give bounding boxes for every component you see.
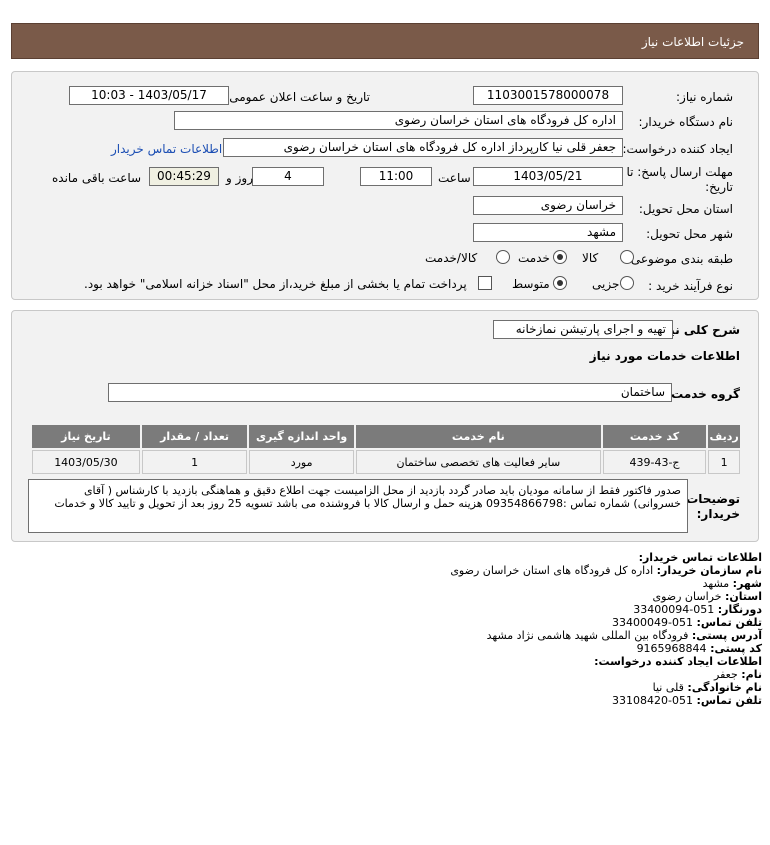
col-service-code: کد خدمت (602, 425, 707, 448)
need-number-field[interactable]: 1103001578000078 (473, 86, 623, 105)
postal-label: کد پستی: (710, 642, 762, 655)
city-label: شهر محل تحویل: (646, 227, 733, 241)
category-option-goods: کالا (582, 251, 599, 265)
services-heading: اطلاعات خدمات مورد نیاز (589, 349, 740, 363)
col-service-name: نام خدمت (355, 425, 601, 448)
first-name-value: جعفر (714, 668, 738, 681)
creator-label: ایجاد کننده درخواست: (622, 142, 733, 156)
province-label: استان محل تحویل: (638, 202, 733, 216)
category-label: طبقه بندی موضوعی: (626, 252, 733, 266)
creator-field[interactable]: جعفر قلی نیا کارپرداز اداره کل فرودگاه ه… (223, 138, 623, 157)
last-name-value: قلی نیا (652, 681, 684, 694)
city-field[interactable]: مشهد (473, 223, 623, 242)
process-option-minor: جزیی (592, 277, 620, 291)
need-number-label: شماره نیاز: (676, 90, 733, 104)
payment-note: پرداخت تمام یا بخشی از مبلغ خرید،از محل … (84, 277, 467, 291)
table-row[interactable]: 1 ج-43-439 سایر فعالیت های تخصصی ساختمان… (32, 450, 740, 474)
service-group-label: گروه خدمت: (666, 387, 740, 401)
city-value: مشهد (702, 577, 730, 590)
buyer-notes-box[interactable]: صدور فاکتور فقط از سامانه مودیان باید صا… (28, 479, 688, 533)
deadline-time-field[interactable]: 11:00 (360, 167, 432, 186)
days-field[interactable]: 4 (252, 167, 324, 186)
page-header: جزئیات اطلاعات نیاز (11, 23, 759, 59)
buyer-org-field[interactable]: اداره کل فرودگاه های استان خراسان رضوی (174, 111, 623, 130)
process-option-medium: متوسط (512, 277, 550, 291)
remaining-time-field: 00:45:29 (149, 167, 219, 186)
category-radio-goods-service[interactable] (496, 250, 510, 264)
creator-phone-value: 051-33108420 (612, 694, 694, 707)
province-value: خراسان رضوی (652, 590, 722, 603)
need-details-panel: شرح کلی نیاز: تهیه و اجرای پارتیشن نمازخ… (11, 310, 759, 542)
fax-value: 051-33400094 (633, 603, 715, 616)
category-radio-service[interactable] (553, 250, 567, 264)
category-option-goods-service: کالا/خدمت (425, 251, 478, 265)
cell-unit: مورد (249, 450, 354, 474)
province-field[interactable]: خراسان رضوی (473, 196, 623, 215)
deadline-date-field[interactable]: 1403/05/21 (473, 167, 623, 186)
table-header-row: ردیف کد خدمت نام خدمت واحد اندازه گیری ت… (32, 425, 740, 448)
address-label: آدرس پستی: (691, 629, 762, 642)
org-value: اداره کل فرودگاه های استان خراسان رضوی (450, 564, 654, 577)
cell-service-name: سایر فعالیت های تخصصی ساختمان (355, 450, 601, 474)
buyer-contact-link[interactable]: اطلاعات تماس خریدار (111, 142, 222, 156)
last-name-label: نام خانوادگی: (687, 681, 762, 694)
col-unit: واحد اندازه گیری (249, 425, 354, 448)
phone-label: تلفن تماس: (696, 616, 762, 629)
fax-label: دورنگار: (717, 603, 762, 616)
announce-field[interactable]: 1403/05/17 - 10:03 (69, 86, 229, 105)
cell-need-date: 1403/05/30 (32, 450, 140, 474)
org-label: نام سازمان خریدار: (656, 564, 762, 577)
creator-contact-heading: اطلاعات ایجاد کننده درخواست: (594, 655, 762, 668)
col-row: ردیف (708, 425, 740, 448)
cell-quantity: 1 (141, 450, 248, 474)
buyer-contact-heading: اطلاعات تماس خریدار: (638, 551, 762, 564)
buyer-notes-label-2: خریدار: (696, 507, 740, 521)
category-radio-goods[interactable] (620, 250, 634, 264)
treasury-checkbox[interactable] (478, 276, 492, 290)
time-label: ساعت (438, 171, 471, 185)
announce-label: تاریخ و ساعت اعلان عمومی: (225, 90, 370, 104)
remaining-label: ساعت باقی مانده (52, 171, 142, 185)
col-need-date: تاریخ نیاز (32, 425, 140, 448)
page-title: جزئیات اطلاعات نیاز (641, 35, 744, 49)
deadline-label-2: تاریخ: (705, 180, 733, 194)
cell-service-code: ج-43-439 (602, 450, 707, 474)
days-label: روز و (226, 171, 253, 185)
service-group-field[interactable]: ساختمان (108, 383, 672, 402)
creator-phone-label: تلفن تماس: (696, 694, 762, 707)
buyer-notes-label-1: توضیحات (686, 492, 740, 506)
category-option-service: خدمت (518, 251, 550, 265)
process-label: نوع فرآیند خرید : (648, 279, 733, 293)
buyer-org-label: نام دستگاه خریدار: (638, 115, 734, 129)
need-info-panel: شماره نیاز: 1103001578000078 تاریخ و ساع… (11, 71, 759, 300)
first-name-label: نام: (741, 668, 762, 681)
province-label: استان: (725, 590, 762, 603)
city-label: شهر: (732, 577, 762, 590)
col-quantity: تعداد / مقدار (141, 425, 248, 448)
summary-field[interactable]: تهیه و اجرای پارتیشن نمازخانه (493, 320, 673, 339)
postal-value: 9165968844 (636, 642, 707, 655)
phone-value: 051-33400049 (612, 616, 694, 629)
contact-section: اطلاعات تماس خریدار: نام سازمان خریدار: … (8, 551, 762, 707)
address-value: فرودگاه بین المللی شهید هاشمی نژاد مشهد (486, 629, 689, 642)
deadline-label-1: مهلت ارسال پاسخ: تا (626, 165, 733, 179)
process-radio-minor[interactable] (620, 276, 634, 290)
cell-row: 1 (708, 450, 740, 474)
services-table: ردیف کد خدمت نام خدمت واحد اندازه گیری ت… (30, 423, 742, 476)
process-radio-medium[interactable] (553, 276, 567, 290)
